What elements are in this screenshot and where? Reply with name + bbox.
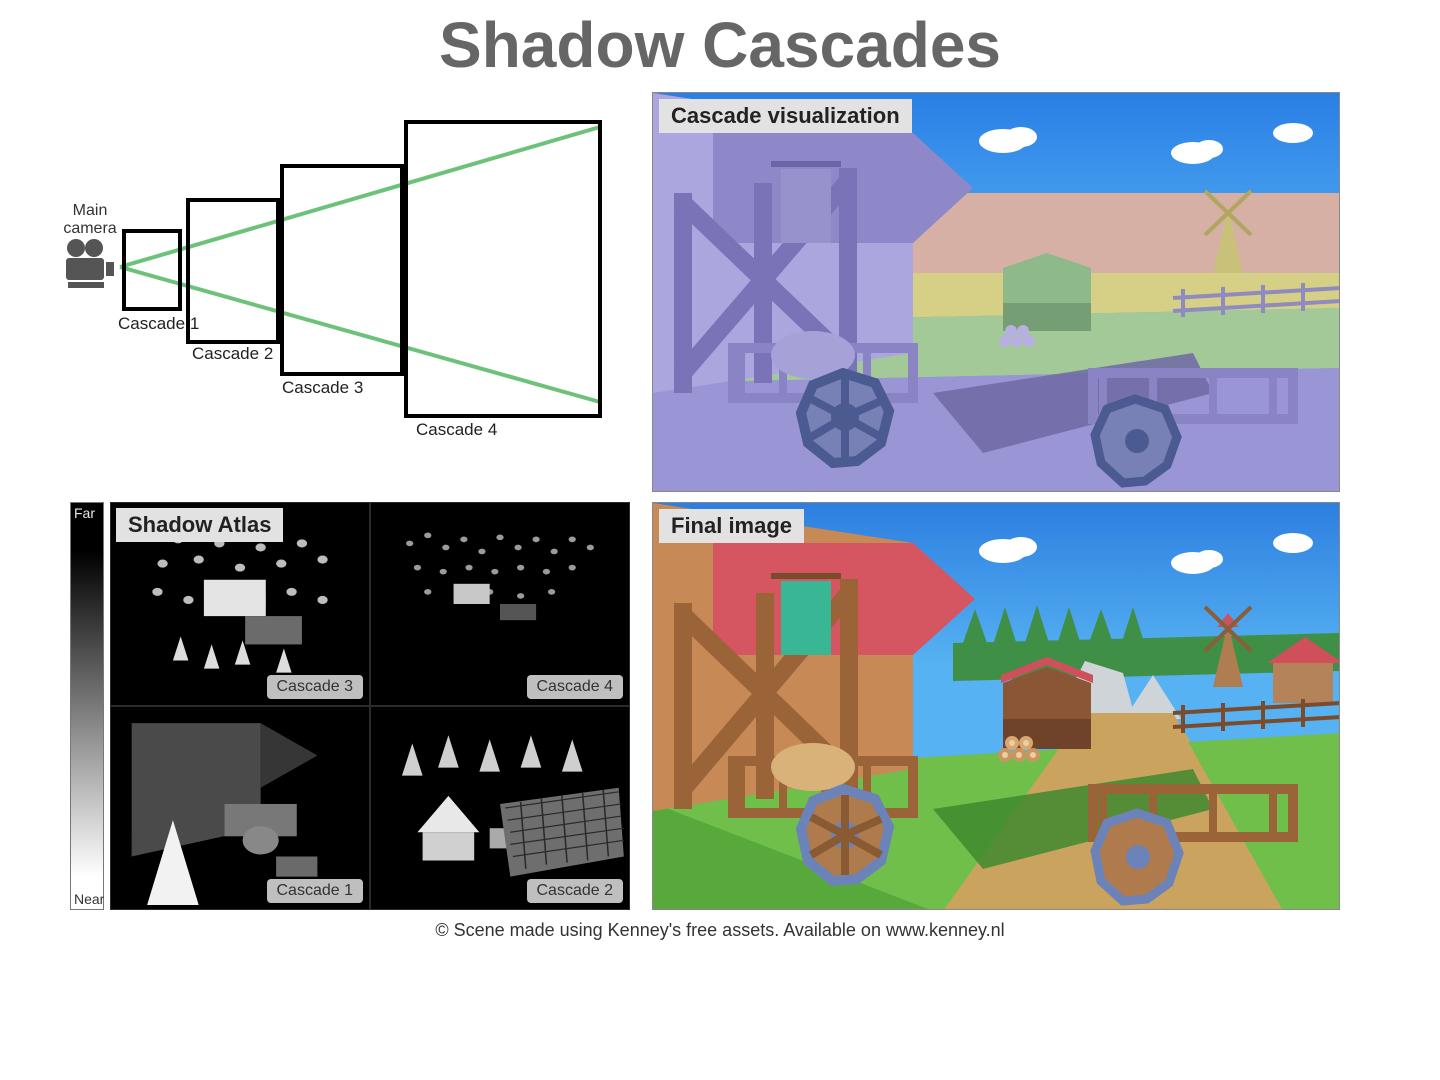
cascade-1-label: Cascade 1 bbox=[118, 314, 199, 334]
frustum-diagram: Main camera Cascade 1 bbox=[70, 92, 630, 492]
atlas-cell-cascade-2: Cascade 2 bbox=[370, 706, 630, 910]
atlas-tag-cascade-1: Cascade 1 bbox=[267, 879, 364, 903]
cascade-rect-2 bbox=[188, 200, 278, 342]
credit-text: © Scene made using Kenney's free assets.… bbox=[435, 920, 1004, 940]
shadow-atlas-panel: Far Near bbox=[70, 502, 630, 910]
page-title: Shadow Cascades bbox=[80, 8, 1360, 82]
legend-far-label: Far bbox=[74, 505, 95, 521]
shed-icon bbox=[1001, 657, 1093, 749]
atlas-tag-cascade-3: Cascade 3 bbox=[267, 675, 364, 699]
final-image-panel: Final image bbox=[652, 502, 1340, 910]
atlas-tag-cascade-2: Cascade 2 bbox=[527, 879, 624, 903]
atlas-cell-cascade-4: Cascade 4 bbox=[370, 502, 630, 706]
cascade-4-label: Cascade 4 bbox=[416, 420, 497, 440]
final-image-label: Final image bbox=[659, 509, 804, 543]
shadow-atlas-label: Shadow Atlas bbox=[116, 508, 283, 542]
final-image-scene bbox=[653, 503, 1340, 910]
depth-legend: Far Near bbox=[70, 502, 104, 910]
cascade-3-label: Cascade 3 bbox=[282, 378, 363, 398]
atlas-tag-cascade-4: Cascade 4 bbox=[527, 675, 624, 699]
shed-icon bbox=[1003, 253, 1091, 331]
atlas-cell-cascade-1: Cascade 1 bbox=[110, 706, 370, 910]
cascade-2-label: Cascade 2 bbox=[192, 344, 273, 364]
legend-near-label: Near bbox=[74, 891, 104, 907]
cascade-rect-4 bbox=[406, 122, 600, 416]
cascade-visualization-panel: Cascade visualization bbox=[652, 92, 1340, 492]
windmill-icon bbox=[1205, 607, 1251, 687]
credit-line: © Scene made using Kenney's free assets.… bbox=[80, 920, 1360, 941]
frustum-svg bbox=[60, 92, 630, 492]
fence-icon bbox=[1173, 699, 1340, 733]
cascade-visualization-scene bbox=[653, 93, 1340, 492]
frustum-top-line bbox=[120, 127, 600, 267]
camera-icon bbox=[66, 239, 114, 288]
cascade-visualization-label: Cascade visualization bbox=[659, 99, 912, 133]
